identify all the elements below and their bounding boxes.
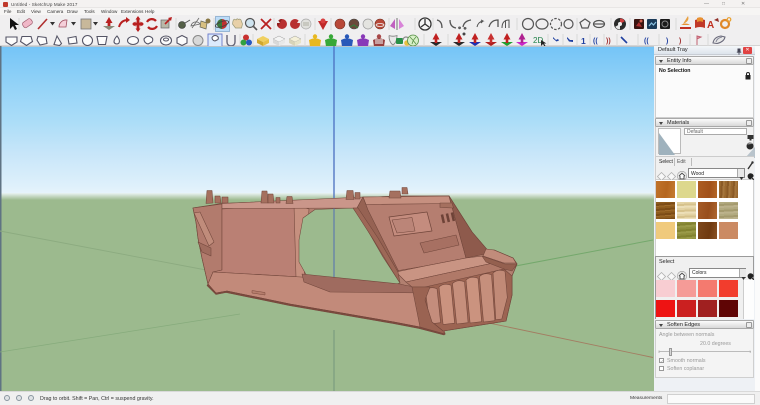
svg-text:1: 1 [581,36,586,46]
svg-text:): ) [679,38,681,45]
svg-text:): ) [666,38,668,45]
svg-text:((: (( [644,38,649,45]
svg-text:((: (( [593,38,598,45]
svg-text:)): )) [606,38,611,45]
svg-text:A: A [707,20,714,31]
